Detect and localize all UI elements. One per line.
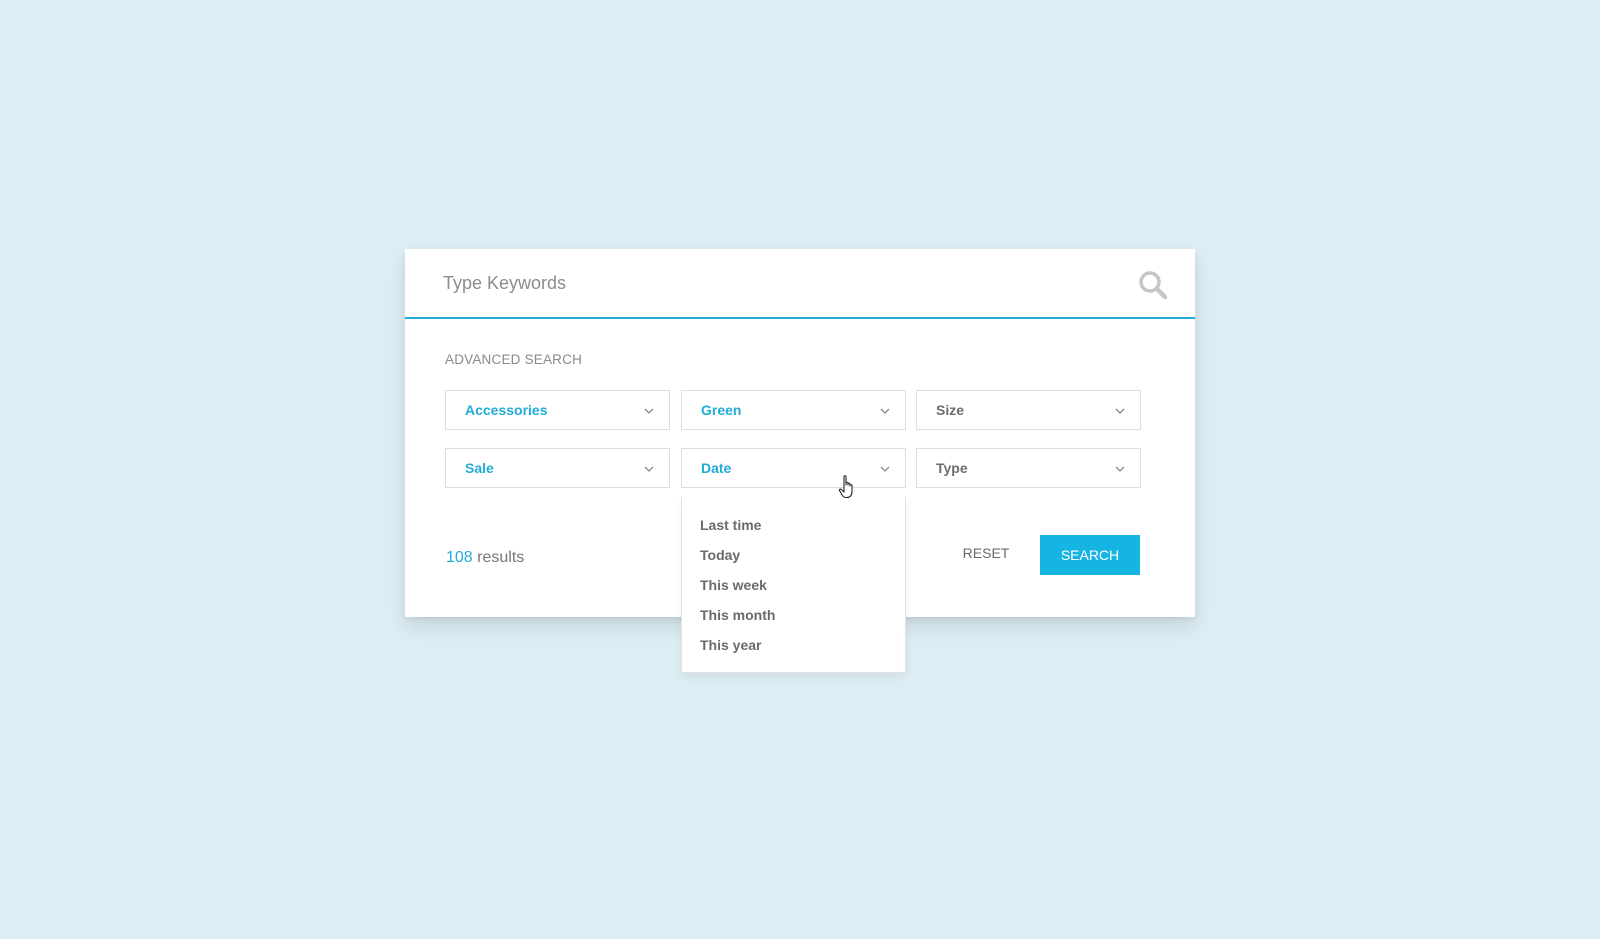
results-count: 108 results [446, 549, 524, 567]
filter-category-select[interactable]: Accessories [445, 390, 670, 430]
filter-label: Size [936, 402, 965, 418]
filter-sale-select[interactable]: Sale [445, 448, 670, 488]
chevron-down-icon [1115, 408, 1125, 414]
filter-label: Date [701, 460, 732, 476]
chevron-down-icon [644, 466, 654, 472]
chevron-down-icon [880, 466, 890, 472]
filter-label: Accessories [465, 402, 548, 418]
advanced-search-title: ADVANCED SEARCH [445, 352, 583, 367]
date-option-this-month[interactable]: This month [700, 607, 775, 623]
filter-size-select[interactable]: Size [916, 390, 1141, 430]
chevron-down-icon [644, 408, 654, 414]
date-option-this-week[interactable]: This week [700, 577, 767, 593]
date-option-today[interactable]: Today [700, 547, 740, 563]
filter-date-select[interactable]: Date [681, 448, 906, 488]
search-button[interactable]: SEARCH [1040, 535, 1140, 575]
results-suffix: results [472, 549, 525, 566]
date-option-last-time[interactable]: Last time [700, 517, 761, 533]
filter-label: Sale [465, 460, 494, 476]
date-dropdown-menu: Last time Today This week This month Thi… [681, 497, 906, 673]
chevron-down-icon [880, 408, 890, 414]
reset-button[interactable]: RESET [950, 535, 1022, 571]
results-number: 108 [446, 549, 473, 566]
filter-type-select[interactable]: Type [916, 448, 1141, 488]
chevron-down-icon [1115, 466, 1125, 472]
keyword-search-input[interactable] [443, 267, 1083, 299]
search-bar [405, 249, 1195, 319]
date-option-this-year[interactable]: This year [700, 637, 761, 653]
hand-pointer-icon [838, 475, 853, 499]
filter-color-select[interactable]: Green [681, 390, 906, 430]
filter-label: Type [936, 460, 968, 476]
filter-label: Green [701, 402, 742, 418]
search-icon[interactable] [1137, 269, 1169, 301]
